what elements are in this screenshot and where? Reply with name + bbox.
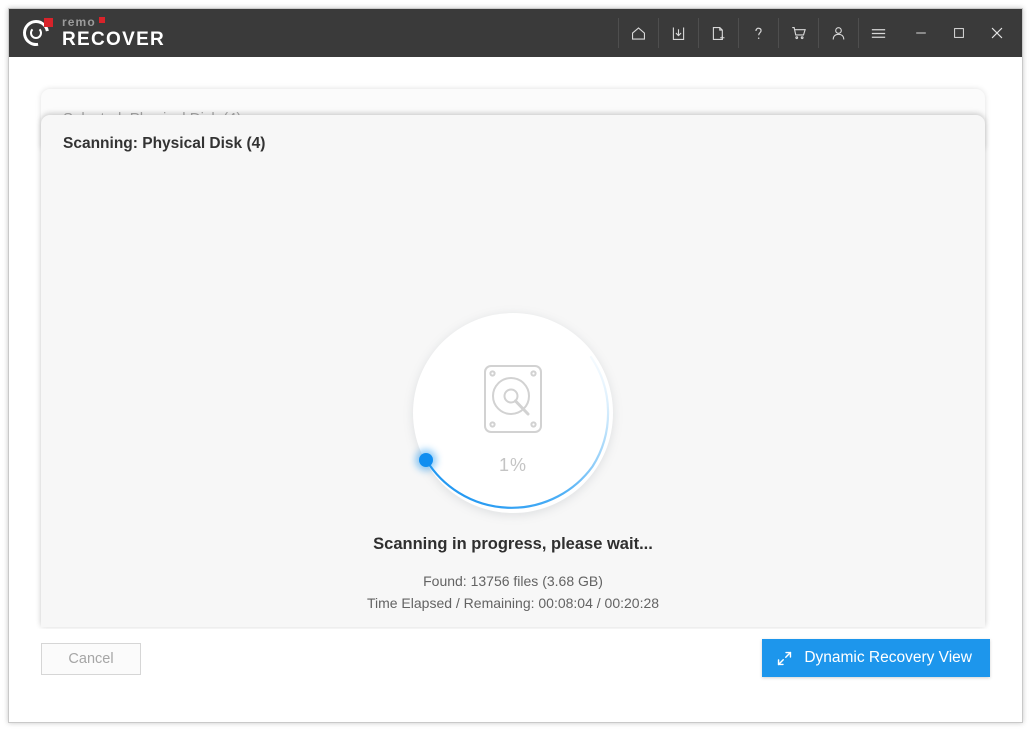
application-window: remo RECOVER bbox=[8, 8, 1023, 723]
user-icon[interactable] bbox=[818, 18, 858, 48]
window-controls bbox=[902, 16, 1022, 50]
menu-icon[interactable] bbox=[858, 18, 898, 48]
new-file-icon[interactable] bbox=[698, 18, 738, 48]
help-icon[interactable] bbox=[738, 18, 778, 48]
scanning-card: Scanning: Physical Disk (4) bbox=[41, 115, 985, 627]
logo-text-remo: remo bbox=[62, 16, 96, 28]
scan-found-count: Found: 13756 files (3.68 GB) bbox=[41, 573, 985, 589]
maximize-button[interactable] bbox=[940, 16, 978, 50]
scan-progress-indicator: 1% bbox=[405, 305, 621, 521]
scan-time-info: Time Elapsed / Remaining: 00:08:04 / 00:… bbox=[41, 595, 985, 611]
scan-status-block: Scanning in progress, please wait... Fou… bbox=[41, 535, 985, 611]
window-body: Selected: Physical Disk (4) Scanning: Ph… bbox=[9, 57, 1022, 722]
cart-icon[interactable] bbox=[778, 18, 818, 48]
titlebar-tools bbox=[618, 9, 898, 57]
download-icon[interactable] bbox=[658, 18, 698, 48]
hard-disk-search-icon bbox=[482, 363, 544, 435]
scan-status-message: Scanning in progress, please wait... bbox=[41, 535, 985, 554]
cancel-button[interactable]: Cancel bbox=[41, 643, 141, 675]
progress-head-dot bbox=[419, 453, 433, 467]
expand-arrows-icon bbox=[776, 650, 793, 667]
dynamic-recovery-view-button[interactable]: Dynamic Recovery View bbox=[762, 639, 990, 677]
home-icon[interactable] bbox=[618, 18, 658, 48]
app-logo: remo RECOVER bbox=[9, 16, 165, 50]
scanning-card-title: Scanning: Physical Disk (4) bbox=[63, 135, 265, 153]
remo-logo-icon bbox=[23, 18, 53, 48]
close-button[interactable] bbox=[978, 16, 1016, 50]
logo-text-recover: RECOVER bbox=[62, 30, 165, 49]
scan-percent-label: 1% bbox=[405, 455, 621, 476]
footer-bar: Cancel Dynamic Recovery View bbox=[9, 629, 1022, 722]
dynamic-recovery-view-label: Dynamic Recovery View bbox=[804, 649, 972, 667]
minimize-button[interactable] bbox=[902, 16, 940, 50]
title-bar: remo RECOVER bbox=[9, 9, 1022, 57]
